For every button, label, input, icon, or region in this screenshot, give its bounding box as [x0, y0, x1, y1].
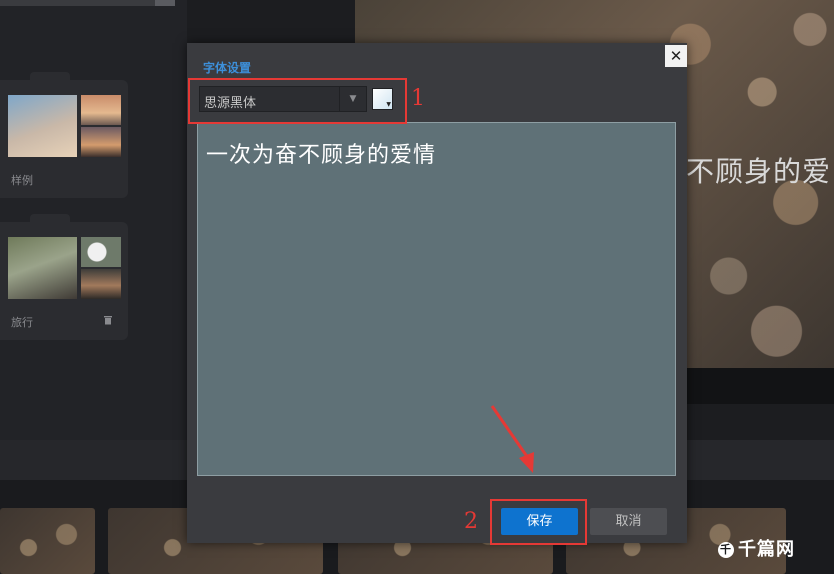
cancel-button[interactable]: 取消 — [590, 508, 667, 535]
preview-overlay-text: 不顾身的爱 — [686, 155, 832, 188]
annotation-number-1: 1 — [411, 86, 425, 111]
album-cover-sky — [8, 95, 77, 157]
search-button[interactable] — [155, 0, 175, 6]
watermark: 千千篇网 — [718, 539, 795, 560]
search-bar[interactable] — [0, 0, 175, 6]
text-editor-content[interactable]: 一次为奋不顾身的爱情 — [206, 137, 436, 169]
annotation-box-1 — [188, 78, 407, 124]
album-name: 旅行 — [11, 316, 33, 329]
trash-icon[interactable] — [103, 315, 113, 328]
watermark-logo-icon: 千 — [718, 542, 734, 558]
filmstrip-thumb[interactable] — [0, 508, 95, 574]
album-name: 样例 — [11, 174, 33, 187]
album-cover-road — [8, 237, 77, 299]
annotation-box-2 — [490, 499, 587, 545]
close-button[interactable]: ✕ — [665, 45, 687, 67]
annotation-number-2: 2 — [464, 509, 478, 534]
album-card-sample[interactable]: 样例 — [0, 72, 128, 198]
dialog-title: 字体设置 — [203, 61, 252, 75]
album-sidebar: 样例 旅行 — [0, 0, 187, 480]
album-thumb-person — [81, 269, 121, 299]
text-editor[interactable]: 一次为奋不顾身的爱情 — [197, 122, 676, 476]
album-card-travel[interactable]: 旅行 — [0, 214, 128, 340]
album-thumb-sunset — [81, 95, 121, 125]
album-thumb-sunset-2 — [81, 127, 121, 157]
album-thumb-flower — [81, 237, 121, 267]
